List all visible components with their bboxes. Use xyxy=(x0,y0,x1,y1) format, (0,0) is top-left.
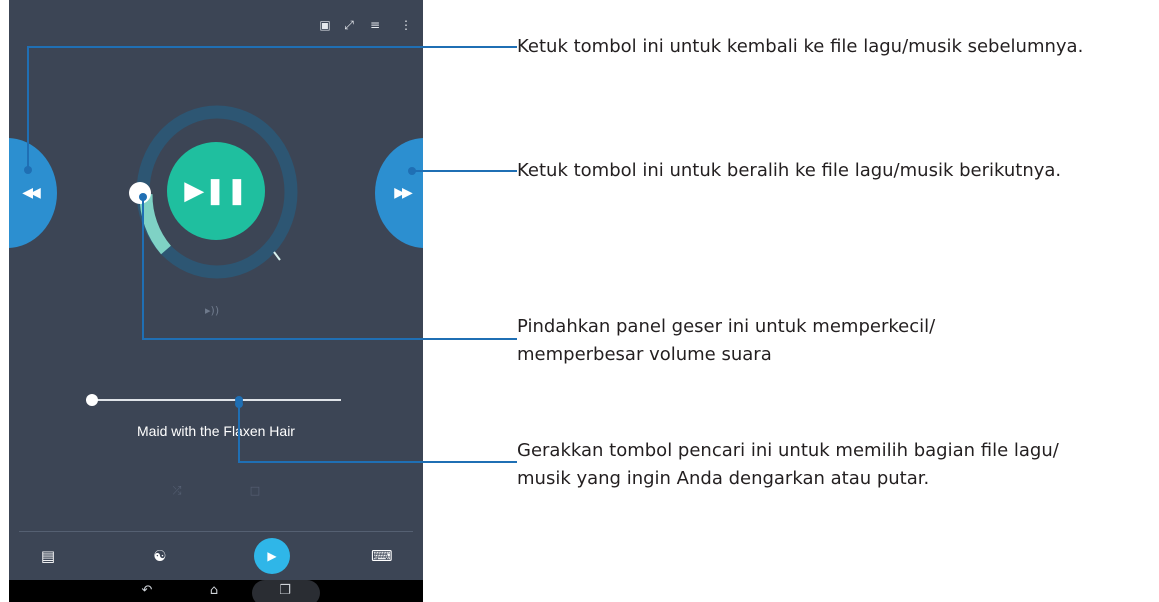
callout-volume-text-line2: memperbesar volume suara xyxy=(517,344,772,365)
callout-dot-next xyxy=(408,167,416,175)
callout-dot-previous xyxy=(24,166,32,174)
callout-dot-volume xyxy=(139,193,147,201)
callout-line-previous xyxy=(27,46,517,170)
callout-seek-text-line1: Gerakkan tombol pencari ini untuk memili… xyxy=(517,440,1059,461)
annotated-screenshot: ▣ ⤢ ≡ ⋮ ◀◀ ▶▶ ▶❚❚ ▸)) Maid with the Flax… xyxy=(0,0,1159,602)
callout-next-text: Ketuk tombol ini untuk beralih ke file l… xyxy=(517,160,1062,181)
callout-volume-text-line1: Pindahkan panel geser ini untuk memperke… xyxy=(517,316,936,337)
callout-seek-text-line2: musik yang ingin Anda dengarkan atau put… xyxy=(517,468,930,489)
callout-previous-text: Ketuk tombol ini untuk kembali ke file l… xyxy=(517,36,1084,57)
callout-dot-seek xyxy=(235,400,243,408)
callout-lines xyxy=(24,46,517,463)
callout-line-volume xyxy=(142,197,517,340)
callout-line-seek xyxy=(238,404,517,463)
